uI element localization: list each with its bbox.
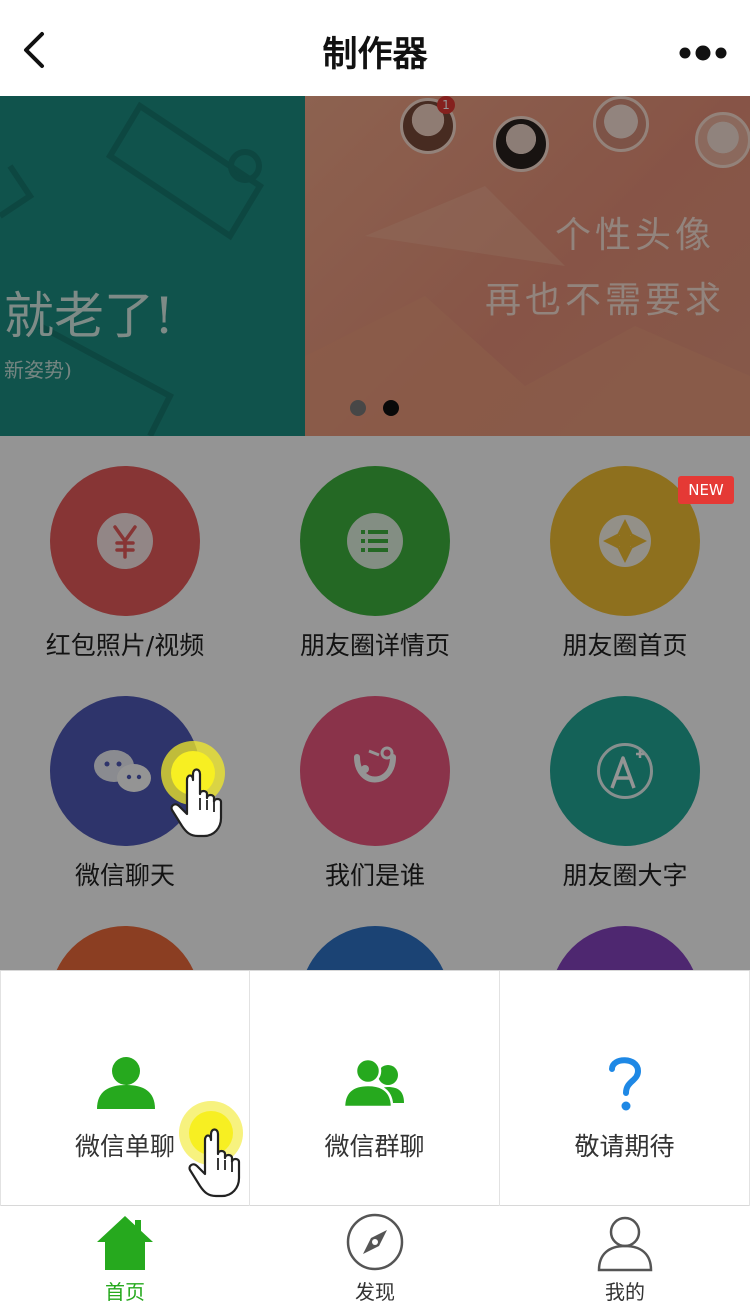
person-icon [91, 1053, 161, 1113]
bottom-tab-bar: 首页 发现 我的 [0, 1206, 750, 1302]
tab-me[interactable]: 我的 [500, 1206, 750, 1302]
more-button[interactable] [678, 38, 728, 68]
sheet-item-label: 敬请期待 [574, 1132, 675, 1161]
more-dots-icon [679, 45, 727, 61]
tab-label: 首页 [105, 1280, 145, 1302]
tab-label: 我的 [605, 1280, 645, 1302]
chat-type-sheet: 微信单聊 微信群聊 敬请期待 [0, 970, 750, 1207]
tab-label: 发现 [355, 1280, 395, 1302]
coming-soon-option[interactable]: 敬请期待 [500, 971, 750, 1207]
tab-home[interactable]: 首页 [0, 1206, 250, 1302]
new-badge: NEW [678, 476, 734, 504]
home-icon [95, 1212, 155, 1272]
tap-hint-hand-icon [178, 1100, 258, 1200]
page-title: 制作器 [322, 35, 428, 75]
tap-hint-hand-icon [160, 740, 240, 840]
compass-icon [345, 1212, 405, 1272]
sheet-item-label: 微信群聊 [324, 1132, 425, 1161]
modal-backdrop[interactable] [0, 96, 750, 970]
group-icon [340, 1053, 410, 1113]
question-icon [590, 1053, 660, 1113]
user-icon [595, 1212, 655, 1272]
top-nav-bar: 制作器 [0, 0, 750, 96]
tab-discover[interactable]: 发现 [250, 1206, 500, 1302]
group-chat-option[interactable]: 微信群聊 [250, 971, 500, 1207]
